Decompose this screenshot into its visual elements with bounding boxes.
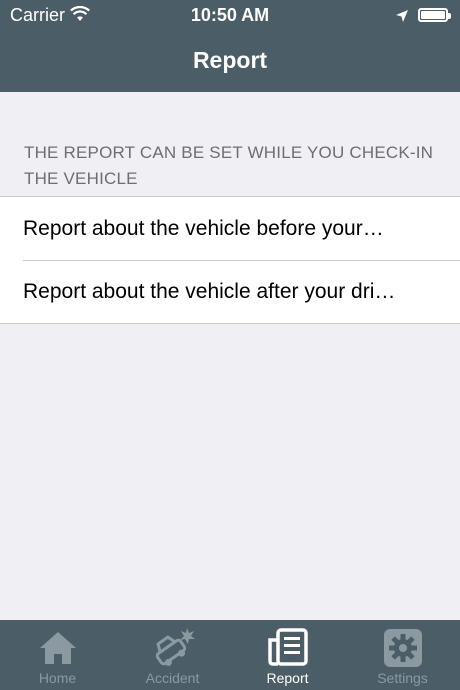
status-bar: Carrier 10:50 AM: [0, 0, 460, 32]
battery-icon: [418, 8, 451, 22]
tab-report[interactable]: Report: [230, 620, 345, 690]
page-title: Report: [192, 47, 268, 73]
tab-label: Report: [266, 670, 309, 686]
status-time: 10:50 AM: [190, 5, 270, 25]
tab-home[interactable]: Home: [0, 620, 115, 690]
report-after-drive-item[interactable]: Report about the vehicle after your dri…: [0, 260, 460, 323]
report-before-drive-item[interactable]: Report about the vehicle before your…: [0, 197, 460, 260]
tab-label: Home: [38, 670, 77, 686]
location-arrow-icon: [395, 7, 409, 28]
tab-settings[interactable]: Settings: [345, 620, 460, 690]
tab-bar: Home Accident Report Settings: [0, 620, 460, 690]
tab-label: Accident: [145, 670, 200, 686]
tab-label: Settings: [377, 670, 428, 686]
navigation-bar: Report: [0, 32, 460, 92]
home-icon: [36, 626, 80, 670]
section-header: THE REPORT CAN BE SET WHILE YOU CHECK-IN…: [24, 143, 434, 188]
report-list: Report about the vehicle before your… Re…: [0, 196, 460, 324]
list-item-label: Report about the vehicle after your dri…: [23, 280, 396, 303]
report-document-icon: [266, 626, 310, 670]
list-item-label: Report about the vehicle before your…: [23, 217, 384, 240]
gear-icon: [381, 626, 425, 670]
accident-car-icon: [151, 626, 195, 670]
tab-accident[interactable]: Accident: [115, 620, 230, 690]
